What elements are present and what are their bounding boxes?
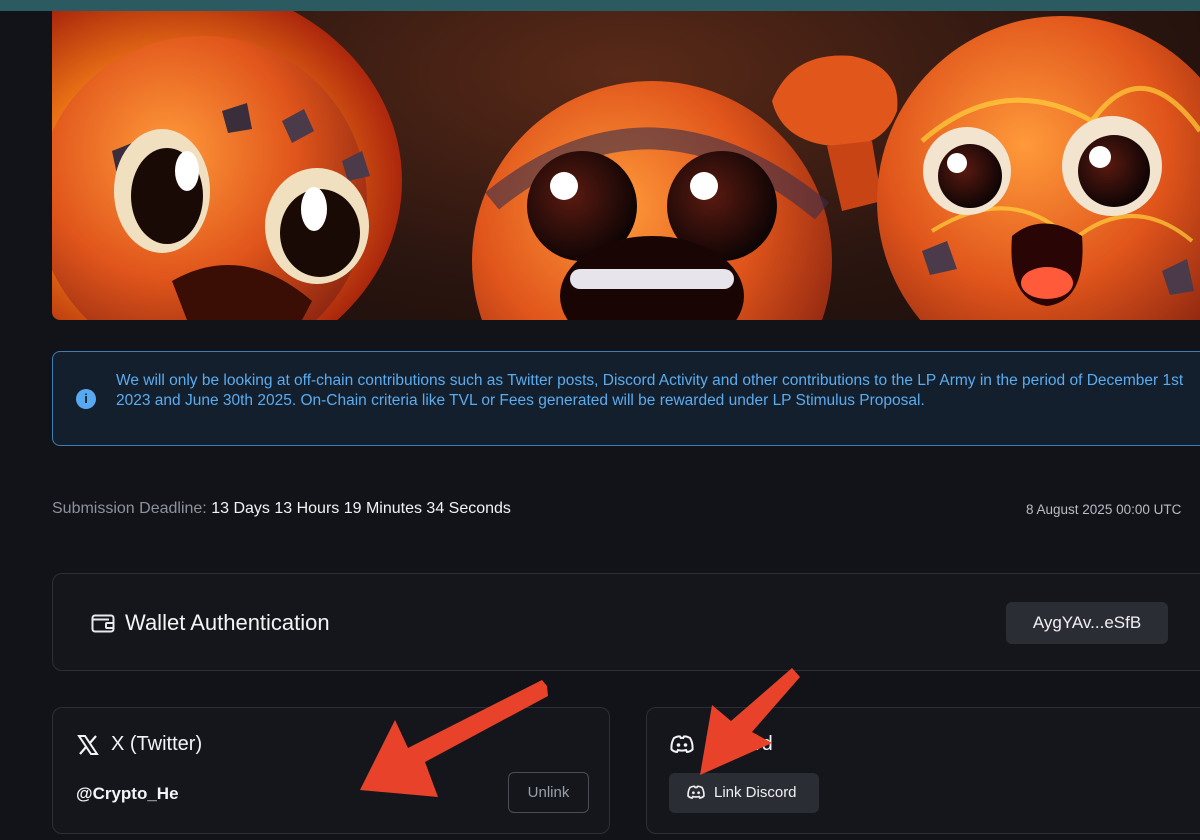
x-logo-icon [77,735,99,760]
discord-title: Discord [705,733,773,755]
link-discord-button[interactable]: Link Discord [669,773,819,813]
info-notice: i We will only be looking at off-chain c… [52,351,1200,446]
wallet-title: Wallet Authentication [125,610,330,635]
info-icon: i [76,389,96,409]
twitter-title: X (Twitter) [111,733,203,755]
submission-deadline: Submission Deadline: 13 Days 13 Hours 19… [52,500,511,518]
discord-icon [687,785,705,803]
info-notice-text: We will only be looking at off-chain con… [116,372,1184,409]
wallet-address-button[interactable]: AygYAv...eSfB [1006,602,1168,644]
deadline-date: 8 August 2025 00:00 UTC [1026,502,1182,517]
twitter-handle: @Crypto_He [76,784,179,803]
deadline-label: Submission Deadline: [52,500,207,517]
top-accent-bar [0,0,1200,11]
link-discord-label: Link Discord [714,784,797,801]
hero-banner-image [52,11,1200,320]
wallet-icon [91,612,115,639]
twitter-card: X (Twitter) @Crypto_He Unlink [52,707,610,834]
deadline-countdown: 13 Days 13 Hours 19 Minutes 34 Seconds [211,500,511,517]
unlink-button[interactable]: Unlink [508,772,589,813]
discord-card: Discord Link Discord [646,707,1200,834]
wallet-authentication-card: Wallet Authentication AygYAv...eSfB [52,573,1200,671]
discord-icon [670,735,694,758]
